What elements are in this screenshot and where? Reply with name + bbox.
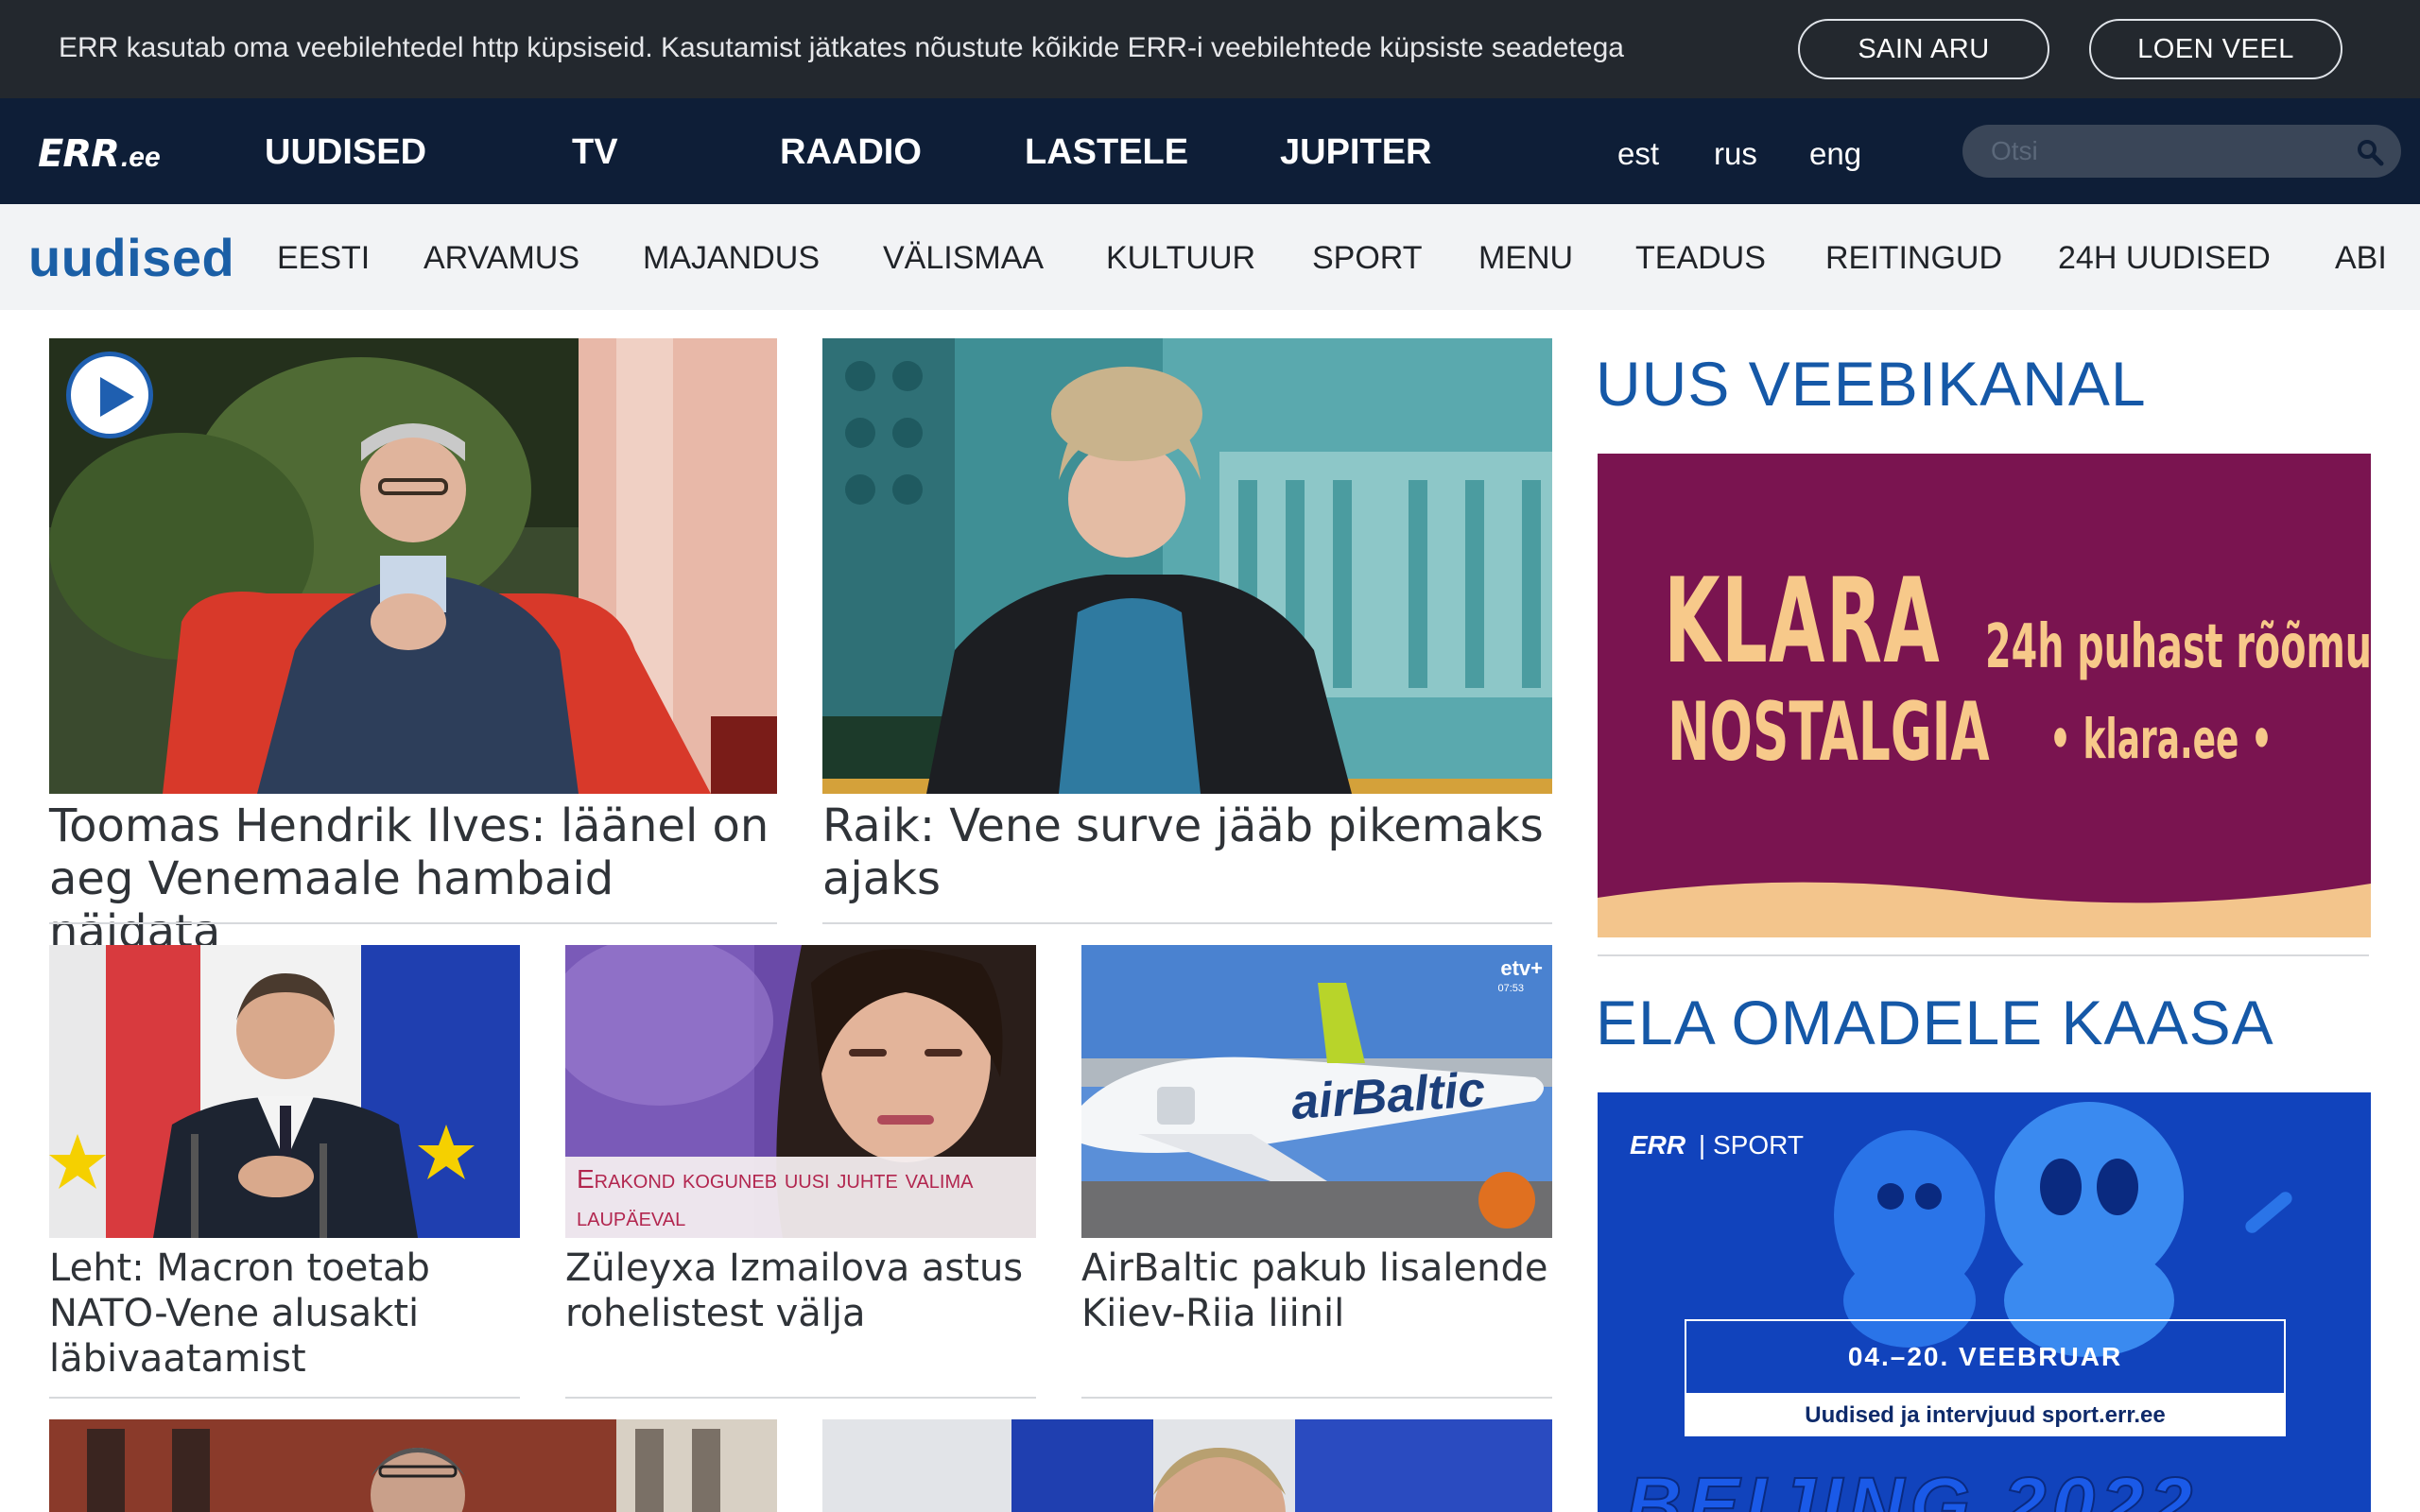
search-icon[interactable] — [2356, 138, 2384, 166]
klara-nostalgia-ad[interactable]: KLARA NOSTALGIA 24h puhast rõõmu! • klar… — [1598, 454, 2371, 937]
divider — [49, 1397, 520, 1399]
article-image-izmailova[interactable]: Erakond koguneb uusi juhte valima laupäe… — [565, 945, 1036, 1238]
nav-lastele[interactable]: LASTELE — [1025, 132, 1188, 173]
cookie-message: ERR kasutab oma veebilehtedel http küpsi… — [59, 32, 1624, 63]
article-image-next-2[interactable] — [822, 1419, 1552, 1512]
sidebar-title-ela-kaasa: ELA OMADELE KAASA — [1596, 988, 2274, 1057]
article-headline[interactable]: Züleyxa Izmailova astus rohelistest välj… — [565, 1246, 1036, 1336]
subnav-abi[interactable]: ABI — [2335, 240, 2387, 277]
subnav-valismaa[interactable]: VÄLISMAA — [883, 240, 1044, 277]
err-sport-olympics-ad[interactable]: ERR | SPORT 04.–20. VEEBRUAR Uudised ja … — [1598, 1092, 2371, 1512]
subnav-eesti[interactable]: EESTI — [277, 240, 370, 277]
klara-logo-line1: KLARA — [1664, 554, 1941, 690]
main-navbar: ERR .ee UUDISED TV RAADIO LASTELE JUPITE… — [0, 98, 2420, 204]
sidebar-title-veebikanal: UUS VEEBIKANAL — [1596, 349, 2147, 419]
section-navbar: uudised EESTI ARVAMUS MAJANDUS VÄLISMAA … — [0, 204, 2420, 310]
err-sport-logo: ERR | SPORT — [1630, 1130, 1804, 1160]
subnav-24h-uudised[interactable]: 24H UUDISED — [2058, 240, 2271, 277]
subnav-arvamus[interactable]: ARVAMUS — [424, 240, 579, 277]
article-headline[interactable]: AirBaltic pakub lisalende Kiiev-Riia lii… — [1081, 1246, 1552, 1336]
photo-building-speaker — [49, 1419, 777, 1512]
nav-uudised[interactable]: UUDISED — [265, 132, 426, 173]
nav-raadio[interactable]: RAADIO — [780, 132, 922, 173]
logo-err-text: ERR — [38, 132, 120, 176]
cookie-read-more-button[interactable]: LOEN VEEL — [2089, 19, 2342, 79]
photo-flags-speaker — [49, 945, 520, 1238]
article-headline[interactable]: Leht: Macron toetab NATO-Vene alusakti l… — [49, 1246, 520, 1382]
divider — [1081, 1397, 1552, 1399]
subnav-reitingud[interactable]: REITINGUD — [1825, 240, 2002, 277]
olympics-subtitle: Uudised ja intervjuud sport.err.ee — [1685, 1395, 2286, 1436]
article-image-next-1[interactable] — [49, 1419, 777, 1512]
divider — [822, 922, 1552, 924]
subnav-kultuur[interactable]: KULTUUR — [1106, 240, 1255, 277]
article-image-ilves[interactable] — [49, 338, 777, 794]
lang-eng[interactable]: eng — [1809, 136, 1861, 172]
err-logo[interactable]: ERR .ee — [38, 132, 161, 176]
article-headline[interactable]: Toomas Hendrik Ilves: läänel on aeg Vene… — [49, 799, 777, 958]
subnav-menu[interactable]: MENU — [1478, 240, 1573, 277]
photo-tv-studio — [822, 338, 1552, 794]
cookie-banner: ERR kasutab oma veebilehtedel http küpsi… — [0, 0, 2420, 98]
klara-slogan: 24h puhast rõõmu! — [1985, 612, 2371, 682]
article-headline[interactable]: Raik: Vene surve jääb pikemaks ajaks — [822, 799, 1552, 905]
photo-eu-flags-speaker — [822, 1419, 1552, 1512]
cookie-agree-button[interactable]: SAIN ARU — [1798, 19, 2049, 79]
subnav-sport[interactable]: SPORT — [1312, 240, 1423, 277]
nav-jupiter[interactable]: JUPITER — [1280, 132, 1431, 173]
klara-logo-line2: NOSTALGIA — [1668, 685, 1990, 780]
etv-plus-badge: etv+ — [1500, 956, 1543, 980]
lang-est[interactable]: est — [1617, 136, 1659, 172]
logo-ee-text: .ee — [120, 142, 161, 173]
photo-interview-chair — [49, 338, 777, 794]
nav-tv[interactable]: TV — [572, 132, 618, 173]
err-sport-separator: | — [1698, 1130, 1706, 1160]
beijing-2022-text: BEIJING 2022 — [1625, 1461, 2199, 1512]
err-sport-brand: ERR — [1630, 1130, 1686, 1160]
article-image-airbaltic[interactable]: etv+ 07:53 airBaltic — [1081, 945, 1552, 1238]
section-title[interactable]: uudised — [28, 227, 234, 288]
olympics-dates: 04.–20. VEEBRUAR — [1685, 1319, 2286, 1395]
subnav-majandus[interactable]: MAJANDUS — [643, 240, 820, 277]
video-play-icon[interactable] — [66, 352, 153, 438]
klara-url: • klara.ee • — [2049, 707, 2273, 771]
etv-broadcast-time: 07:53 — [1497, 983, 1524, 994]
subnav-teadus[interactable]: TEADUS — [1635, 240, 1766, 277]
article-image-raik[interactable] — [822, 338, 1552, 794]
article-image-macron[interactable] — [49, 945, 520, 1238]
search-input[interactable] — [1991, 134, 2331, 168]
divider — [1598, 954, 2369, 956]
divider — [565, 1397, 1036, 1399]
lang-rus[interactable]: rus — [1714, 136, 1757, 172]
divider — [49, 922, 777, 924]
search-box — [1962, 125, 2401, 178]
err-sport-section: SPORT — [1712, 1130, 1804, 1160]
article-kicker-tag: Erakond koguneb uusi juhte valima laupäe… — [565, 1157, 1036, 1238]
